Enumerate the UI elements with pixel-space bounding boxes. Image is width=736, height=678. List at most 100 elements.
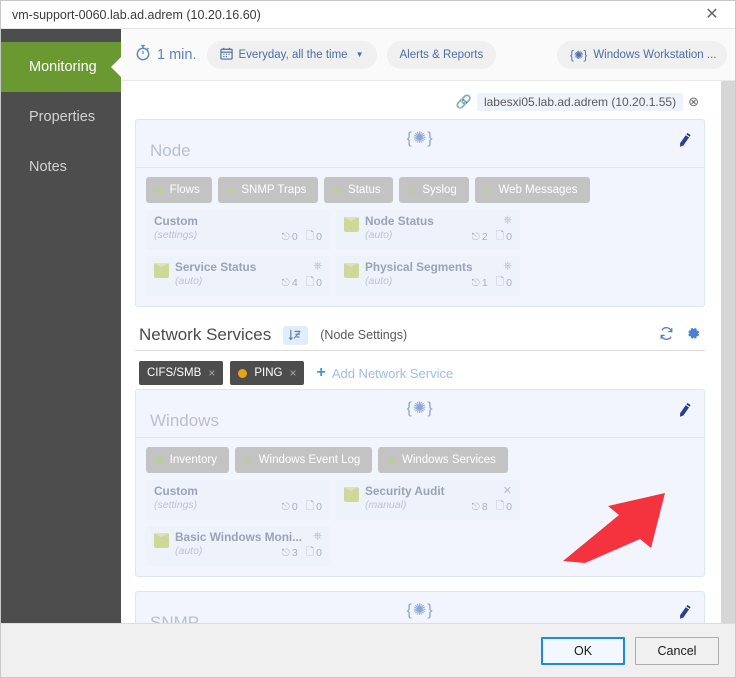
profile-gear-braces-icon: {✺} [570,49,588,62]
alert-count: ⎋ 2 [472,231,488,244]
panel-header: Windows {✺} [136,390,704,438]
sensor-chip-web-messages[interactable]: w Web Messages [474,177,590,203]
report-count: 🗋 0 [306,228,322,246]
report-count-value: 0 [316,231,322,243]
pack-cube-icon [344,217,359,232]
ok-button[interactable]: OK [541,636,625,665]
title-bar: vm-support-0060.lab.ad.adrem (10.20.16.6… [1,1,735,29]
report-count: 🗋 0 [496,274,512,292]
dependency-node-label[interactable]: labesxi05.lab.ad.adrem (10.20.1.55) [476,93,684,111]
plus-icon: + [316,364,326,381]
sensor-chip-snmp-traps[interactable]: w SNMP Traps [217,177,319,203]
sensor-chip-row: w Flows w SNMP Traps w Status w Syslog w… [146,177,694,203]
document-icon: 🗋 [305,276,315,288]
monitor-tile-service-status[interactable]: Service Status (auto) ⎈ ⎋ 4 🗋 0 [146,256,330,296]
report-count-value: 0 [316,547,322,559]
sidebar-item-label: Properties [29,109,96,125]
remove-service-icon[interactable]: × [208,366,215,380]
report-count-value: 0 [506,231,512,243]
schedule-dropdown[interactable]: Everyday, all the time ▼ [206,40,377,69]
alert-count: ⎋ 4 [282,277,298,290]
tile-counts: ⎋ 4 🗋 0 [282,274,322,292]
tile-counts: ⎋ 0 🗋 0 [282,228,322,246]
remove-monitor-icon[interactable]: ✕ [503,484,512,497]
dialog-footer: OK Cancel [1,623,735,677]
vertical-scrollbar[interactable] [721,81,735,623]
refresh-icon[interactable] [659,326,674,345]
network-services-actions [659,326,701,345]
bell-icon: ⎋ [281,546,290,559]
document-icon: 🗋 [495,276,505,288]
power-toggle-icon[interactable]: ⎈ [503,214,512,227]
sensor-chip-inventory[interactable]: w Inventory [146,447,229,473]
tile-name: Security Audit [365,484,445,498]
sensor-chip-label: Inventory [169,454,217,466]
power-toggle-icon[interactable]: ⎈ [313,530,322,543]
sensor-chip-flows[interactable]: w Flows [146,177,212,203]
pack-cube-icon [154,533,169,548]
bell-icon: ⎋ [471,230,480,243]
sensor-chip-label: Flows [169,184,200,196]
alerts-reports-button[interactable]: Alerts & Reports [386,40,497,69]
bell-icon: ⎋ [281,230,290,243]
power-toggle-icon[interactable]: ⎈ [313,260,322,273]
add-network-service-button[interactable]: + Add Network Service [316,365,453,381]
alert-count-value: 1 [481,277,488,289]
tile-name: Node Status [365,214,434,228]
power-toggle-icon[interactable]: ⎈ [503,260,512,273]
remove-dependency-icon[interactable]: ⊗ [688,94,699,110]
window-title: vm-support-0060.lab.ad.adrem (10.20.16.6… [12,7,261,22]
alert-count: ⎋ 0 [282,231,298,244]
monitor-tile-custom[interactable]: Custom (settings) ⎋ 0 🗋 0 [146,480,330,520]
tile-counts: ⎋ 8 🗋 0 [472,498,512,516]
close-icon[interactable]: ✕ [693,2,731,28]
monitor-tile-security-audit[interactable]: Security Audit (manual) ✕ ⎋ 8 🗋 0 [336,480,520,520]
sidebar-item-monitoring[interactable]: Monitoring [1,42,121,92]
main-region: 1 min. Everyday, all the time ▼ Alerts &… [121,29,735,623]
cancel-button[interactable]: Cancel [635,636,719,665]
sensor-chip-windows-event-log[interactable]: w Windows Event Log [234,447,373,473]
edit-pencil-icon[interactable] [676,603,694,623]
gear-icon[interactable] [686,326,701,345]
panel-node: Node {✺} w Flows w SNMP Traps w Status w… [135,119,705,307]
monitor-tile-basic-windows-monitoring[interactable]: Basic Windows Moni... (auto) ⎈ ⎋ 3 🗋 0 [146,526,330,566]
panel-title: Windows [150,411,219,430]
network-service-chip-ping[interactable]: PING × [230,361,305,385]
panel-title: Node [150,141,191,160]
edit-pencil-icon[interactable] [676,401,694,422]
monitoring-profile-button[interactable]: {✺} Windows Workstation ... [557,40,727,69]
monitor-tile-node-status[interactable]: Node Status (auto) ⎈ ⎋ 2 🗋 0 [336,210,520,250]
sensor-chip-status[interactable]: w Status [324,177,393,203]
report-count-value: 0 [316,277,322,289]
pack-settings-icon[interactable]: {✺} [406,398,433,418]
node-settings-label[interactable]: (Node Settings) [320,328,407,342]
sidebar-item-notes[interactable]: Notes [1,142,121,192]
pack-settings-icon[interactable]: {✺} [406,600,433,620]
network-service-chip-cifs-smb[interactable]: CIFS/SMB × [139,361,224,385]
sensor-chip-label: Syslog [422,184,457,196]
chevron-down-icon: ▼ [355,50,364,59]
monitoring-interval-button[interactable]: 1 min. [135,44,197,65]
link-icon: 🔗 [455,94,472,109]
sidebar-item-label: Monitoring [29,59,97,75]
signal-icon: w [155,453,164,467]
edit-pencil-icon[interactable] [676,131,694,152]
document-icon: 🗋 [305,500,315,512]
alert-count-value: 4 [291,277,298,289]
sensor-chip-row: w Inventory w Windows Event Log w Window… [146,447,694,473]
sort-disabled-icon[interactable] [283,325,309,345]
sidebar-item-properties[interactable]: Properties [1,92,121,142]
sensor-chip-syslog[interactable]: w Syslog [398,177,469,203]
status-dot [238,368,248,378]
monitor-tile-custom[interactable]: Custom (settings) ⎋ 0 🗋 0 [146,210,330,250]
pack-cube-icon [344,487,359,502]
alert-count-value: 2 [481,231,488,243]
sensor-chip-windows-services[interactable]: w Windows Services [378,447,508,473]
panel-header: Node {✺} [136,120,704,168]
pack-cube-icon [154,263,169,278]
remove-service-icon[interactable]: × [289,366,296,380]
document-icon: 🗋 [495,500,505,512]
tile-name: Basic Windows Moni... [175,530,303,544]
pack-settings-icon[interactable]: {✺} [406,128,433,148]
monitor-tile-physical-segments[interactable]: Physical Segments (auto) ⎈ ⎋ 1 🗋 0 [336,256,520,296]
